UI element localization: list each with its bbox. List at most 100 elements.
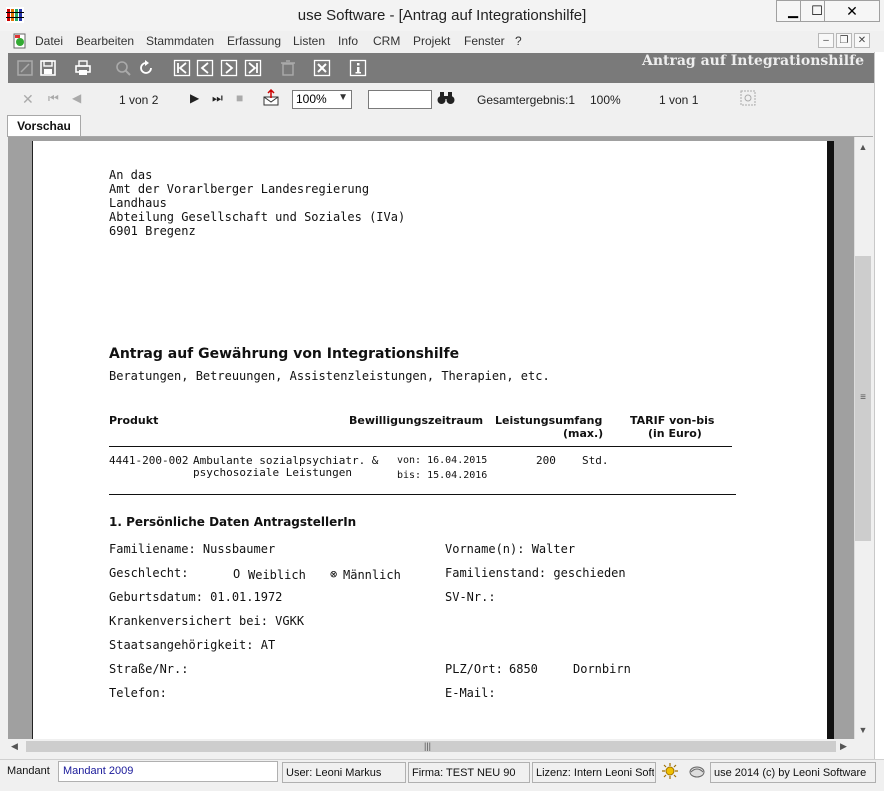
last-record-icon[interactable]	[242, 57, 264, 79]
address-line-1: An das	[109, 168, 153, 182]
tab-vorschau[interactable]: Vorschau	[7, 115, 81, 137]
page-indicator: 1 von 2	[119, 93, 159, 107]
export-icon[interactable]	[262, 88, 280, 110]
field-email: E-Mail:	[445, 686, 496, 700]
scroll-up-icon[interactable]: ▲	[855, 142, 871, 152]
col-produkt: Produkt	[109, 414, 159, 427]
field-plz: 6850	[509, 662, 538, 676]
field-vorname: Vorname(n): Walter	[445, 542, 576, 556]
next-page-icon[interactable]: ▶	[190, 91, 199, 105]
document-icon[interactable]	[12, 33, 28, 49]
network-icon[interactable]	[688, 762, 706, 783]
scroll-down-icon[interactable]: ▼	[855, 725, 871, 735]
mandant-field[interactable]: Mandant 2009	[58, 761, 278, 782]
field-geburtsdatum: Geburtsdatum: 01.01.1972	[109, 590, 283, 604]
mandant-label: Mandant	[7, 765, 50, 777]
radio-weiblich-label: Weiblich	[248, 568, 306, 582]
next-record-icon[interactable]	[218, 57, 240, 79]
product-desc-2: psychosoziale Leistungen	[193, 466, 352, 479]
unit: Std.	[582, 454, 609, 467]
menu-fenster[interactable]: Fenster	[464, 34, 505, 48]
grip-icon: ≡	[860, 392, 866, 403]
field-plz-label: PLZ/Ort:	[445, 662, 503, 676]
mdi-restore-button[interactable]: ❐	[836, 33, 852, 48]
last-page-icon[interactable]: ⏭	[212, 91, 223, 106]
radio-maennlich-label: Männlich	[343, 568, 401, 582]
copyright-text: use 2014 (c) by Leoni Software	[714, 767, 867, 779]
menu-datei[interactable]: Datei	[35, 34, 63, 48]
print-icon[interactable]	[72, 57, 94, 79]
field-staatsangehoerigkeit: Staatsangehörigkeit: AT	[109, 638, 276, 652]
main-toolbar: Antrag auf Integrationshilfe	[8, 53, 874, 83]
field-familienstand: Familienstand: geschieden	[445, 566, 626, 580]
window-title: use Software - [Antrag auf Integrationsh…	[297, 7, 587, 24]
scroll-left-icon[interactable]: ◀	[11, 741, 18, 752]
result-pages: 1 von 1	[659, 93, 699, 107]
col-tarif: TARIF von-bis	[630, 414, 715, 427]
info-icon[interactable]	[347, 57, 369, 79]
field-ort: Dornbirn	[573, 662, 631, 676]
search-input[interactable]	[368, 90, 432, 109]
mdi-close-button[interactable]: ✕	[854, 33, 870, 48]
address-line-4: Abteilung Gesellschaft und Soziales (IVa…	[109, 210, 406, 224]
firma-text: Firma: TEST NEU 90	[412, 767, 516, 779]
close-window-button[interactable]: ✕	[824, 0, 880, 22]
menu-erfassung[interactable]: Erfassung	[227, 34, 281, 48]
first-record-icon[interactable]	[171, 57, 193, 79]
close-icon[interactable]	[311, 57, 333, 79]
document-heading: Antrag auf Gewährung von Integrationshil…	[109, 346, 460, 362]
report-preview[interactable]: An das Amt der Vorarlberger Landesregier…	[8, 137, 854, 739]
radio-maennlich-mark: ⊗	[330, 567, 338, 581]
title-bar: use Software - [Antrag auf Integrationsh…	[0, 0, 884, 32]
prev-page-icon[interactable]: ◀	[72, 91, 81, 105]
section-title-personal: 1. Persönliche Daten AntragstellerIn	[109, 515, 357, 529]
radio-weiblich-mark: O	[233, 567, 241, 581]
total-results: Gesamtergebnis:1	[477, 93, 576, 107]
refresh-icon[interactable]	[135, 57, 157, 79]
sun-icon[interactable]	[661, 762, 679, 783]
field-familienname: Familiename: Nussbaumer	[109, 542, 276, 556]
first-page-icon[interactable]: ⏮	[48, 91, 59, 106]
binoculars-icon[interactable]	[437, 91, 455, 108]
field-krankenversichert: Krankenversichert bei: VGKK	[109, 614, 305, 628]
col-umfang-max: (max.)	[563, 427, 604, 440]
menu-help[interactable]: ?	[515, 34, 522, 48]
user-text: User: Leoni Markus	[286, 767, 382, 779]
menu-stammdaten[interactable]: Stammdaten	[146, 34, 214, 48]
edit-icon[interactable]	[14, 57, 36, 79]
h-grip-icon: |||	[424, 741, 432, 751]
field-svnr: SV-Nr.:	[445, 590, 496, 604]
menu-projekt[interactable]: Projekt	[413, 34, 450, 48]
field-strasse: Straße/Nr.:	[109, 662, 189, 676]
address-line-5: 6901 Bregenz	[109, 224, 196, 238]
mdi-minimize-button[interactable]: –	[818, 33, 834, 48]
report-page: An das Amt der Vorarlberger Landesregier…	[32, 141, 829, 739]
field-geschlecht: Geschlecht:	[109, 566, 189, 580]
background-window-edge	[874, 52, 884, 759]
col-umfang: Leistungsumfang	[495, 414, 603, 427]
page-shadow	[827, 141, 834, 739]
stop-icon[interactable]: ■	[236, 91, 243, 105]
menu-bar: Datei Bearbeiten Stammdaten Erfassung Li…	[0, 31, 884, 52]
zoom-select[interactable]: 100% ▼	[292, 90, 352, 109]
menu-listen[interactable]: Listen	[293, 34, 325, 48]
col-tarif-euro: (in Euro)	[648, 427, 702, 440]
field-telefon: Telefon:	[109, 686, 167, 700]
percent-display: 100%	[590, 93, 621, 107]
search-icon[interactable]	[112, 57, 134, 79]
save-icon[interactable]	[37, 57, 59, 79]
document-subheading: Beratungen, Betreuungen, Assistenzleistu…	[109, 369, 550, 383]
lizenz-text: Lizenz: Intern Leoni Software	[536, 767, 654, 779]
delete-icon[interactable]	[277, 57, 299, 79]
settings-icon[interactable]	[740, 90, 756, 109]
zoom-value: 100%	[296, 92, 327, 106]
amount: 200	[536, 454, 556, 467]
menu-info[interactable]: Info	[338, 34, 358, 48]
close-preview-icon[interactable]: ✕	[22, 91, 34, 108]
prev-record-icon[interactable]	[194, 57, 216, 79]
menu-crm[interactable]: CRM	[373, 34, 400, 48]
scroll-right-icon[interactable]: ▶	[840, 741, 847, 752]
menu-bearbeiten[interactable]: Bearbeiten	[76, 34, 134, 48]
table-bottom-rule	[109, 494, 736, 495]
period-to: bis: 15.04.2016	[397, 470, 488, 481]
